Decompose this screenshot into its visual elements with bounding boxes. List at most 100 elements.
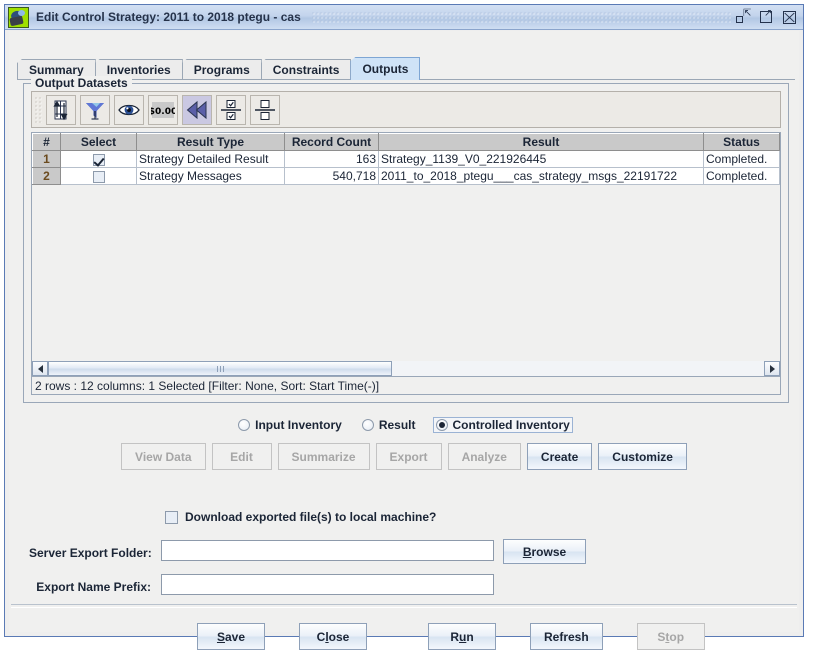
radio-label: Result xyxy=(378,418,416,432)
table-header-row: # Select Result Type Record Count Result… xyxy=(32,133,780,151)
dataset-action-buttons: View Data Edit Summarize Export Analyze … xyxy=(9,443,799,470)
cell-result-type: Strategy Messages xyxy=(136,167,285,185)
currency-format-icon-glyph: $0.00 xyxy=(151,101,175,118)
scroll-left-icon[interactable] xyxy=(32,361,48,376)
button-label: View Data xyxy=(135,449,192,464)
tab-constraints[interactable]: Constraints xyxy=(260,59,352,80)
select-all-icon[interactable] xyxy=(216,94,246,125)
cell-result: 2011_to_2018_ptegu___cas_strategy_msgs_2… xyxy=(378,167,704,185)
cell-status: Completed. xyxy=(703,150,780,168)
export-button[interactable]: Export xyxy=(375,443,442,470)
application-window: Edit Control Strategy: 2011 to 2018 pteg… xyxy=(4,4,804,650)
filter-icon[interactable] xyxy=(80,94,110,125)
cell-result-type: Strategy Detailed Result xyxy=(136,150,285,168)
server-export-folder-label: Server Export Folder: xyxy=(29,546,152,560)
radio-indicator xyxy=(238,419,251,431)
window-controls: ⇱ ↗ xyxy=(736,8,798,25)
download-exported-files-checkbox[interactable] xyxy=(165,510,178,524)
sort-icon-glyph xyxy=(53,100,68,120)
format-icon[interactable]: $0.00 xyxy=(148,94,178,125)
col-record-count[interactable]: Record Count xyxy=(284,133,379,151)
button-label: Close xyxy=(316,629,350,644)
create-button[interactable]: Create xyxy=(526,443,593,470)
tab-label: Outputs xyxy=(362,62,409,76)
title-bar: Edit Control Strategy: 2011 to 2018 pteg… xyxy=(5,5,803,30)
col-status[interactable]: Status xyxy=(703,133,780,151)
button-label: Customize xyxy=(612,449,673,464)
view-icon[interactable] xyxy=(114,94,144,125)
close-button[interactable]: Close xyxy=(299,623,367,650)
export-name-prefix-input[interactable] xyxy=(161,574,494,595)
cell-record-count: 540,718 xyxy=(284,167,379,185)
col-index[interactable]: # xyxy=(32,133,61,151)
row-select-cell[interactable] xyxy=(60,150,137,168)
download-exported-files-row[interactable]: Download exported file(s) to local machi… xyxy=(165,510,436,524)
output-datasets-title: Output Datasets xyxy=(31,76,132,90)
table-row[interactable]: 1 Strategy Detailed Result 163 Strategy_… xyxy=(32,150,780,168)
row-select-cell[interactable] xyxy=(60,167,137,185)
run-button[interactable]: Run xyxy=(428,623,496,650)
cell-extra xyxy=(779,167,780,185)
row-number: 2 xyxy=(32,167,61,185)
scrollbar-track[interactable] xyxy=(48,361,764,376)
radio-input-inventory[interactable]: Input Inventory xyxy=(235,417,345,433)
tab-label: Summary xyxy=(29,63,84,77)
eye-icon-glyph xyxy=(118,104,140,115)
col-time-partial[interactable] xyxy=(779,133,780,151)
button-label: Create xyxy=(540,449,579,464)
tab-outputs[interactable]: Outputs xyxy=(350,57,421,80)
maximize-icon[interactable]: ↗ xyxy=(759,8,775,25)
scroll-right-icon[interactable] xyxy=(764,361,780,376)
cell-status: Completed. xyxy=(703,167,780,185)
button-label: Edit xyxy=(230,449,253,464)
minimize-icon[interactable]: ⇱ xyxy=(736,8,752,25)
radio-indicator xyxy=(435,419,448,431)
customize-button[interactable]: Customize xyxy=(598,443,687,470)
svg-text:$0.00: $0.00 xyxy=(151,107,175,117)
sort-icon[interactable] xyxy=(46,94,76,125)
cell-record-count: 163 xyxy=(284,150,379,168)
save-button[interactable]: Save xyxy=(197,623,265,650)
stop-button[interactable]: Stop xyxy=(636,623,705,650)
tab-label: Programs xyxy=(193,63,250,77)
radio-result[interactable]: Result xyxy=(359,417,419,433)
toolbar-grip[interactable] xyxy=(34,96,43,123)
rewind-icon[interactable] xyxy=(182,94,212,125)
edit-button[interactable]: Edit xyxy=(211,443,272,470)
table-row[interactable]: 2 Strategy Messages 540,718 2011_to_2018… xyxy=(32,167,780,185)
analyze-button[interactable]: Analyze xyxy=(447,443,521,470)
radio-controlled-inventory[interactable]: Controlled Inventory xyxy=(432,417,573,433)
row-select-checkbox[interactable] xyxy=(92,153,105,166)
cell-result: Strategy_1139_V0_221926445 xyxy=(378,150,704,168)
refresh-button[interactable]: Refresh xyxy=(530,623,603,650)
col-select[interactable]: Select xyxy=(60,133,137,151)
button-label: Stop xyxy=(657,629,685,644)
browse-button[interactable]: Browse xyxy=(503,539,586,564)
server-export-folder-input[interactable] xyxy=(161,540,494,561)
button-label: Run xyxy=(450,629,474,644)
rewind-icon-glyph xyxy=(186,100,207,119)
app-icon xyxy=(8,6,29,28)
clear-selection-icon[interactable] xyxy=(250,94,280,125)
select-all-icon-glyph xyxy=(221,99,241,120)
col-result-type[interactable]: Result Type xyxy=(136,133,285,151)
output-datasets-table[interactable]: # Select Result Type Record Count Result… xyxy=(31,132,781,395)
button-label: Export xyxy=(389,449,428,464)
view-data-button[interactable]: View Data xyxy=(121,443,206,470)
clear-selection-icon-glyph xyxy=(255,99,275,120)
row-select-checkbox[interactable] xyxy=(92,170,105,183)
datasets-grid: # Select Result Type Record Count Result… xyxy=(32,133,780,185)
tab-programs[interactable]: Programs xyxy=(181,59,262,80)
window-title: Edit Control Strategy: 2011 to 2018 pteg… xyxy=(36,10,301,24)
summarize-button[interactable]: Summarize xyxy=(277,443,370,470)
radio-label: Controlled Inventory xyxy=(452,418,570,432)
scrollbar-thumb[interactable] xyxy=(48,361,392,376)
output-datasets-group: $0.00 # Select Result Type Record Count … xyxy=(23,83,789,403)
col-result[interactable]: Result xyxy=(378,133,704,151)
button-label: Save xyxy=(216,629,246,644)
table-horizontal-scrollbar[interactable] xyxy=(31,361,781,377)
download-exported-files-label: Download exported file(s) to local machi… xyxy=(185,510,437,524)
inventory-type-radio-group: Input Inventory Result Controlled Invent… xyxy=(9,417,799,433)
radio-label: Input Inventory xyxy=(255,418,342,432)
close-icon[interactable] xyxy=(782,10,798,25)
